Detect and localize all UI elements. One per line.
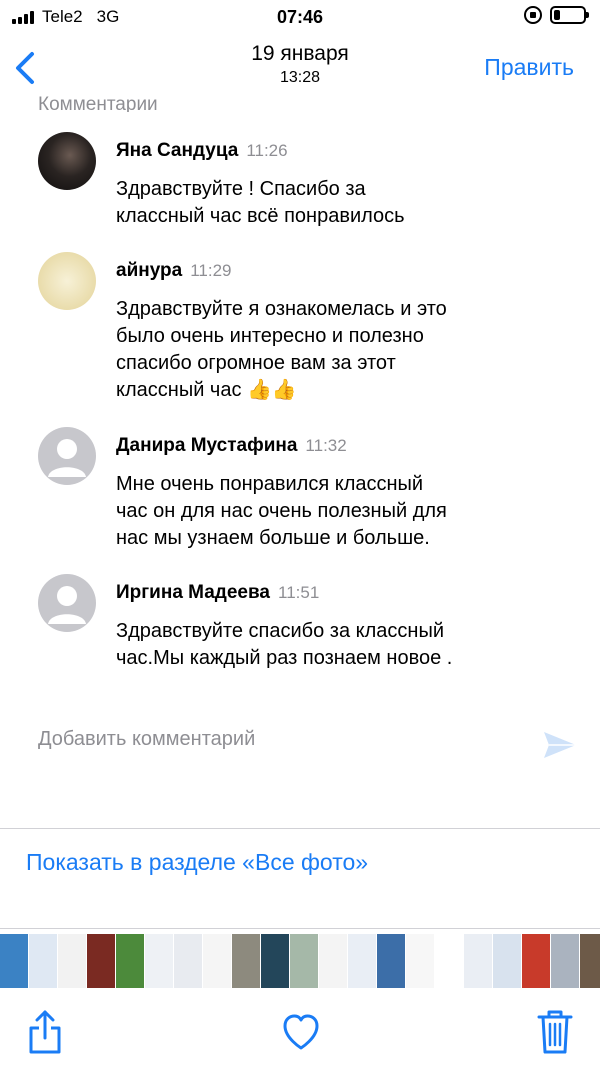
- trash-icon: [537, 1010, 573, 1054]
- comment-author: Яна Сандуца: [116, 140, 239, 161]
- photo-thumbnail[interactable]: [493, 934, 521, 988]
- comment-text: Здравствуйте ! Спасибо за классный час в…: [116, 176, 580, 230]
- status-time: 07:46: [276, 7, 324, 27]
- photo-thumbnail[interactable]: [522, 934, 550, 988]
- photo-thumbnail[interactable]: [87, 934, 115, 988]
- comment-text: Здравствуйте я ознакомелась и это было о…: [116, 296, 580, 404]
- photo-thumbnail[interactable]: [377, 934, 405, 988]
- comment-author: Данира Мустафина: [116, 435, 298, 456]
- send-icon: [544, 732, 576, 758]
- status-bar: Tele2 3G 07:46: [0, 0, 600, 36]
- bottom-toolbar: [0, 1000, 600, 1067]
- comment-author: айнура: [116, 260, 183, 281]
- comments-header: Комментарии: [38, 94, 158, 112]
- comment-line: было очень интересно и полезно: [116, 325, 424, 347]
- share-button[interactable]: [26, 1008, 64, 1061]
- favorite-button[interactable]: [281, 1008, 321, 1061]
- divider: [0, 828, 600, 829]
- avatar[interactable]: [38, 574, 96, 632]
- comment-line: Здравствуйте ! Спасибо за: [116, 178, 366, 200]
- comment-line: классный час всё понравилось: [116, 205, 405, 227]
- edit-button[interactable]: Править: [484, 54, 574, 81]
- share-icon: [29, 1010, 61, 1054]
- photo-thumbnail[interactable]: [174, 934, 202, 988]
- comment-item: Яна Сандуца 11:26 Здравствуйте ! Спасибо…: [0, 126, 600, 246]
- photo-thumbnail[interactable]: [435, 934, 463, 988]
- comment-text: Мне очень понравился классный час он для…: [116, 471, 580, 552]
- comment-author: Иргина Мадеева: [116, 582, 270, 603]
- avatar[interactable]: [38, 252, 96, 310]
- comment-line: час он для нас очень полезный для: [116, 500, 447, 522]
- photo-thumbnail[interactable]: [464, 934, 492, 988]
- comment-line: Мне очень понравился классный: [116, 473, 424, 495]
- photo-thumbnail[interactable]: [29, 934, 57, 988]
- show-in-all-photos-link[interactable]: Показать в разделе «Все фото»: [26, 849, 368, 876]
- photo-thumbnail[interactable]: [406, 934, 434, 988]
- comment-time: 11:32: [305, 436, 347, 455]
- person-icon: [48, 439, 86, 477]
- rotation-lock-icon: [524, 6, 542, 24]
- comment-time: 11:26: [246, 141, 288, 160]
- avatar[interactable]: [38, 427, 96, 485]
- comments-list: Яна Сандуца 11:26 Здравствуйте ! Спасибо…: [0, 126, 600, 688]
- person-icon: [48, 586, 86, 624]
- photo-thumbnail[interactable]: [232, 934, 260, 988]
- comment-item: Иргина Мадеева 11:51 Здравствуйте спасиб…: [0, 568, 600, 688]
- comment-line: Здравствуйте я ознакомелась и это: [116, 298, 447, 320]
- photo-thumbnail[interactable]: [0, 934, 28, 988]
- comment-line: час.Мы каждый раз познаем новое .: [116, 647, 453, 669]
- photo-thumbnail[interactable]: [290, 934, 318, 988]
- photo-thumbnail[interactable]: [116, 934, 144, 988]
- avatar[interactable]: [38, 132, 96, 190]
- comment-line: спасибо огромное вам за этот: [116, 352, 396, 374]
- comment-line: Здравствуйте спасибо за классный: [116, 620, 444, 642]
- thumbnail-strip[interactable]: [0, 934, 600, 988]
- photo-thumbnail[interactable]: [261, 934, 289, 988]
- comment-line: классный час 👍👍: [116, 379, 297, 401]
- photo-thumbnail[interactable]: [203, 934, 231, 988]
- nav-bar: 19 января 13:28 Править: [0, 36, 600, 100]
- send-button[interactable]: [542, 730, 578, 765]
- delete-button[interactable]: [537, 1008, 573, 1061]
- comment-line: нас мы узнаем больше и больше.: [116, 527, 430, 549]
- photo-thumbnail[interactable]: [145, 934, 173, 988]
- status-right: [524, 6, 589, 24]
- comment-time: 11:51: [278, 583, 320, 602]
- photo-thumbnail[interactable]: [319, 934, 347, 988]
- photo-thumbnail[interactable]: [58, 934, 86, 988]
- heart-icon: [283, 1014, 319, 1050]
- battery-icon: [550, 6, 589, 24]
- comment-input[interactable]: [38, 728, 518, 751]
- comment-item: айнура 11:29 Здравствуйте я ознакомелась…: [0, 246, 600, 421]
- photo-thumbnail[interactable]: [580, 934, 600, 988]
- photo-thumbnail[interactable]: [551, 934, 579, 988]
- add-comment-row: [38, 728, 578, 762]
- photo-thumbnail[interactable]: [348, 934, 376, 988]
- comment-item: Данира Мустафина 11:32 Мне очень понрави…: [0, 421, 600, 568]
- comment-text: Здравствуйте спасибо за классный час.Мы …: [116, 618, 580, 672]
- divider: [0, 928, 600, 929]
- comment-time: 11:29: [190, 261, 232, 280]
